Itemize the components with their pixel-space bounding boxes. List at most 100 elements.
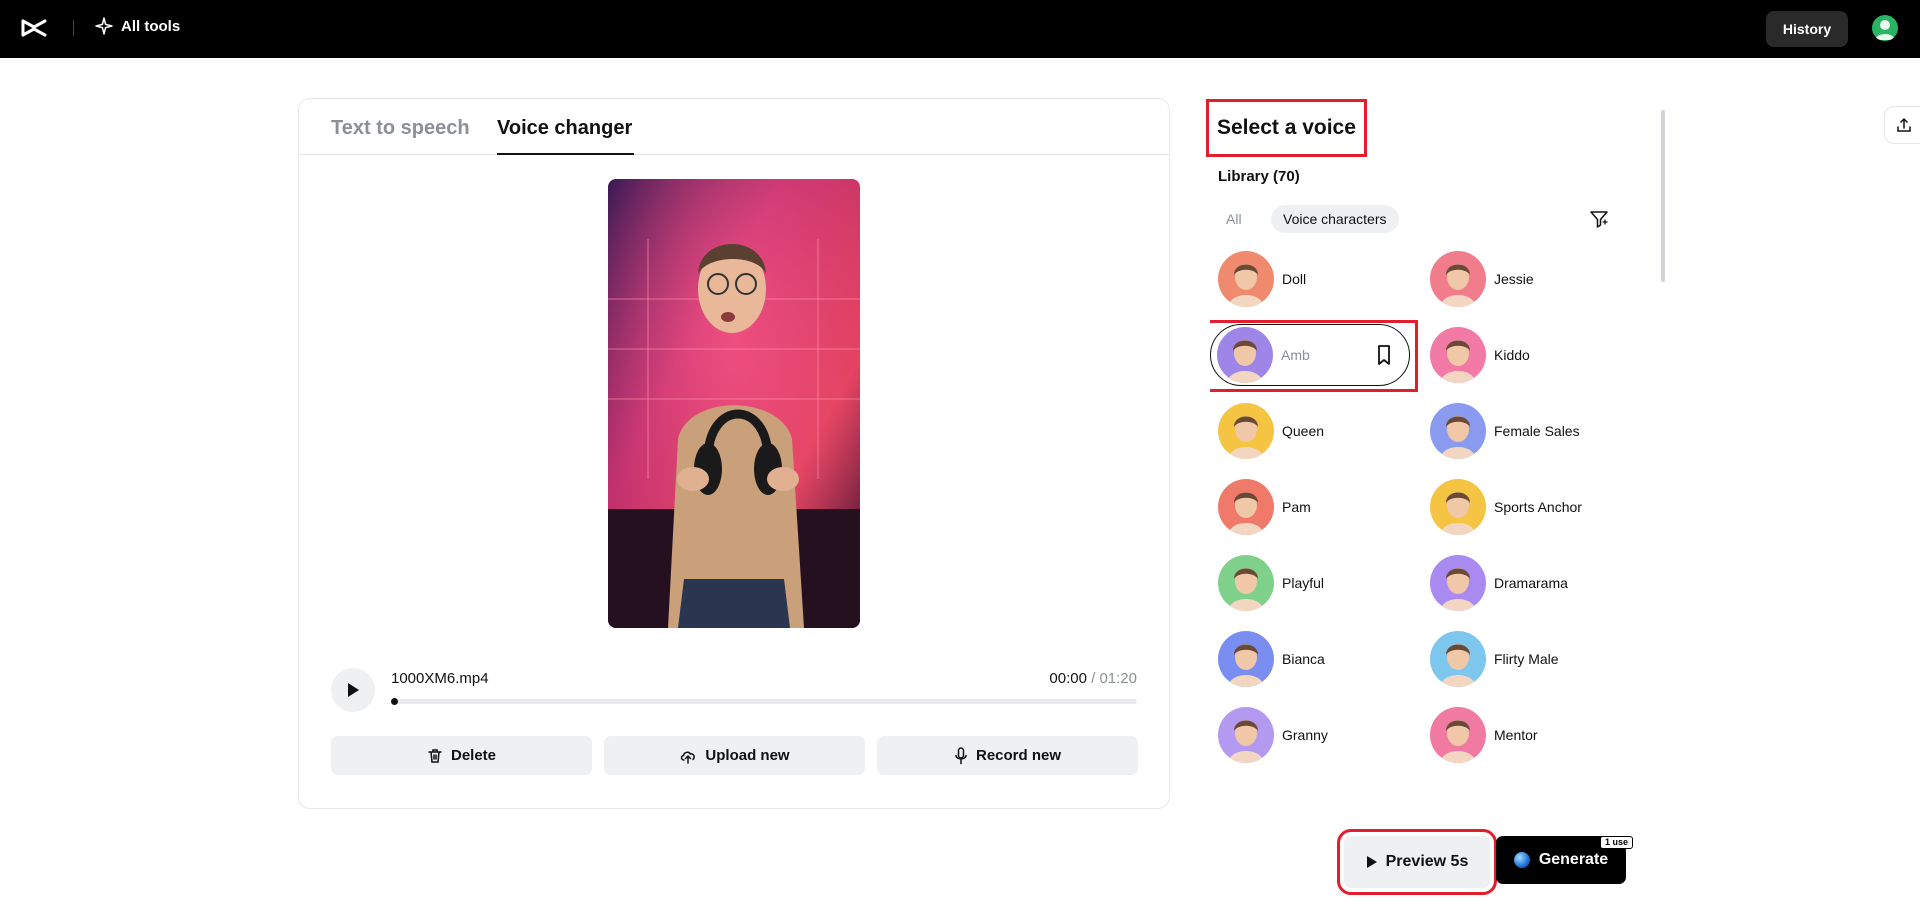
total-time: 01:20 [1099,670,1137,687]
voice-name: Female Sales [1494,423,1580,439]
voice-item-kiddo[interactable]: Kiddo [1422,324,1620,386]
voice-item-sports-anchor[interactable]: Sports Anchor [1422,476,1620,538]
sparkle-icon [95,17,113,35]
cloud-upload-icon [681,750,696,764]
trash-icon [428,748,442,763]
user-avatar[interactable] [1872,15,1898,41]
top-divider [73,20,74,36]
voice-avatar-image [1218,555,1274,611]
voice-avatar-image [1218,631,1274,687]
voice-item-pam[interactable]: Pam [1210,476,1410,538]
preview-button[interactable]: Preview 5s [1337,829,1497,895]
voice-name: Flirty Male [1494,651,1559,667]
voice-avatar-image [1218,707,1274,763]
voice-changer-panel: Text to speech Voice changer 1000XM6.mp4… [298,98,1170,809]
generate-label: Generate [1538,851,1609,868]
select-voice-title: Select a voice [1206,99,1367,157]
voice-avatar [1218,631,1274,687]
voice-name: Bianca [1282,651,1325,667]
side-upload-tab[interactable] [1884,106,1920,144]
voice-avatar-image [1430,251,1486,307]
upload-tray-icon [1897,118,1911,132]
voice-avatar-image [1430,631,1486,687]
play-icon [1366,856,1377,868]
voice-avatar [1218,707,1274,763]
filter-chip-all[interactable]: All [1222,205,1246,233]
voice-item-flirty-male[interactable]: Flirty Male [1422,628,1620,690]
microphone-icon [955,746,967,764]
voice-avatar-image [1430,403,1486,459]
mode-tabs: Text to speech Voice changer [299,99,1169,155]
all-tools-label: All tools [121,17,181,35]
time-separator: / [1086,670,1100,687]
voice-avatar-image [1217,327,1273,383]
voice-avatar [1430,479,1486,535]
voice-name: Pam [1282,499,1311,515]
progress-fill [391,698,398,705]
voice-item-granny[interactable]: Granny [1210,704,1410,766]
voice-avatar [1217,327,1273,383]
voice-list: Doll Jessie Amb Kiddo Queen Female Sales Pam Sp… [1210,248,1620,810]
file-name: 1000XM6.mp4 [391,670,489,687]
generate-orb-icon [1513,852,1530,868]
voice-avatar-image [1430,707,1486,763]
voice-avatar-image [1218,403,1274,459]
preview-label: Preview 5s [1385,853,1469,870]
voice-avatar [1218,479,1274,535]
upload-new-label: Upload new [705,747,790,764]
capcut-logo-icon[interactable] [20,16,48,40]
bookmark-icon[interactable] [1373,343,1395,367]
voice-item-queen[interactable]: Queen [1210,400,1410,462]
voice-avatar-image [1218,251,1274,307]
user-icon [1875,20,1895,40]
voice-avatar [1430,251,1486,307]
use-count-badge: 1 use [1600,836,1634,849]
voice-avatar [1430,707,1486,763]
voice-item-bianca[interactable]: Bianca [1210,628,1410,690]
all-tools-button[interactable]: All tools [95,17,180,35]
tab-voice-changer[interactable]: Voice changer [497,117,632,140]
library-count: Library (70) [1218,168,1300,185]
filter-icon[interactable] [1588,208,1610,230]
time-readout: 00:00 / 01:20 [1049,670,1137,687]
voice-avatar [1218,251,1274,307]
upload-new-button[interactable]: Upload new [604,736,865,775]
voice-avatar [1430,631,1486,687]
voice-item-female-sales[interactable]: Female Sales [1422,400,1620,462]
voice-name: Kiddo [1494,347,1530,363]
voice-avatar [1218,403,1274,459]
record-new-label: Record new [975,747,1062,764]
voice-name: Dramarama [1494,575,1568,591]
video-frame-image [608,179,860,628]
delete-button[interactable]: Delete [331,736,592,775]
voice-item-dramarama[interactable]: Dramarama [1422,552,1620,614]
history-button[interactable]: History [1766,11,1848,47]
voice-avatar-image [1218,479,1274,535]
current-time: 00:00 [1049,670,1087,687]
voice-list-scrollbar-thumb[interactable] [1661,110,1665,282]
voice-item-mentor[interactable]: Mentor [1422,704,1620,766]
voice-item-jessie[interactable]: Jessie [1422,248,1620,310]
record-new-button[interactable]: Record new [877,736,1138,775]
voice-avatar [1218,555,1274,611]
voice-item-amb[interactable]: Amb [1210,320,1418,392]
voice-name: Doll [1282,271,1307,287]
voice-item-doll[interactable]: Doll [1210,248,1410,310]
play-icon [348,683,359,697]
voice-name: Amb [1281,347,1310,363]
voice-name: Queen [1282,423,1325,439]
video-preview[interactable] [608,179,860,628]
voice-avatar [1430,555,1486,611]
voice-avatar-image [1430,479,1486,535]
play-button[interactable] [331,668,375,712]
voice-item-playful[interactable]: Playful [1210,552,1410,614]
top-bar: All tools History [0,0,1920,58]
voice-name: Granny [1282,727,1328,743]
voice-avatar [1430,327,1486,383]
filter-chip-voice-characters[interactable]: Voice characters [1271,205,1399,233]
delete-label: Delete [450,747,497,764]
voice-name: Jessie [1494,271,1534,287]
playback-progress-bar[interactable] [391,698,1137,705]
voice-avatar-image [1430,327,1486,383]
tab-text-to-speech[interactable]: Text to speech [331,117,470,140]
